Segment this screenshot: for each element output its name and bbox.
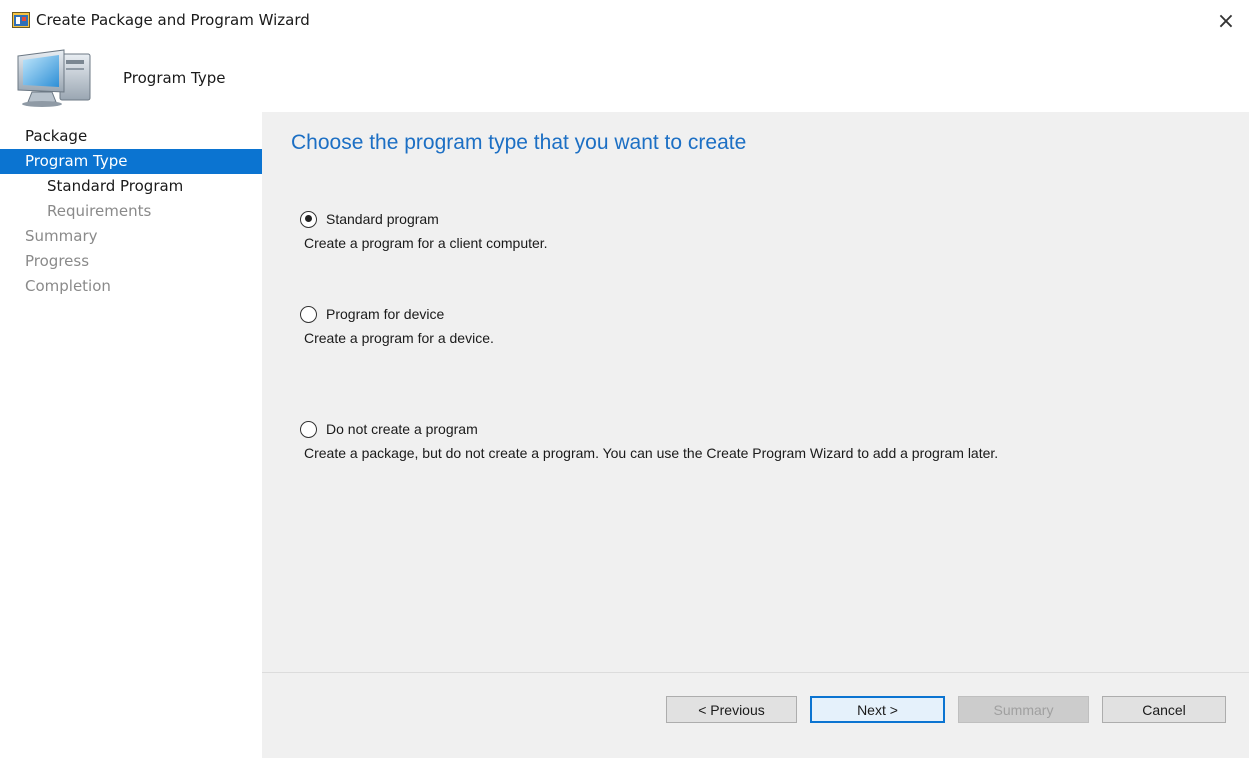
sidebar-item-program-type: Program Type	[0, 149, 262, 174]
close-icon[interactable]: ×	[1203, 0, 1249, 42]
wizard-steps-sidebar: Package Program Type Standard Program Re…	[0, 112, 262, 758]
cancel-button[interactable]: Cancel	[1102, 696, 1226, 723]
window-title: Create Package and Program Wizard	[36, 11, 310, 29]
summary-button: Summary	[958, 696, 1089, 723]
do-not-create-label[interactable]: Do not create a program	[326, 421, 478, 437]
option-program-for-device: Program for device Create a program for …	[300, 304, 494, 346]
wizard-window: Create Package and Program Wizard × Prog…	[0, 0, 1249, 758]
do-not-create-radio[interactable]	[300, 420, 317, 438]
sidebar-item-package: Package	[25, 127, 88, 145]
program-for-device-label[interactable]: Program for device	[326, 306, 444, 322]
program-for-device-radio-row[interactable]: Program for device	[300, 304, 490, 324]
wizard-header: Program Type	[0, 42, 1249, 112]
title-bar: Create Package and Program Wizard ×	[0, 0, 1249, 42]
sidebar-item-summary: Summary	[25, 227, 98, 245]
standard-program-radio[interactable]	[300, 210, 317, 228]
sidebar-item-completion: Completion	[25, 277, 111, 295]
wizard-content-panel: Choose the program type that you want to…	[262, 112, 1249, 672]
wizard-app-icon	[12, 12, 30, 28]
program-for-device-radio[interactable]	[300, 305, 317, 323]
do-not-create-radio-row[interactable]: Do not create a program	[300, 419, 994, 439]
option-standard-program: Standard program Create a program for a …	[300, 209, 548, 251]
option-do-not-create-program: Do not create a program Create a package…	[300, 419, 998, 461]
content-heading: Choose the program type that you want to…	[291, 131, 747, 154]
computer-icon	[17, 49, 91, 107]
standard-program-description: Create a program for a client computer.	[304, 235, 548, 251]
sidebar-item-progress: Progress	[25, 252, 90, 270]
sidebar-item-standard-program: Standard Program	[47, 177, 184, 195]
standard-program-label[interactable]: Standard program	[326, 211, 439, 227]
next-button[interactable]: Next >	[810, 696, 945, 723]
previous-button[interactable]: < Previous	[666, 696, 797, 723]
sidebar-item-requirements: Requirements	[47, 202, 152, 220]
standard-program-radio-row[interactable]: Standard program	[300, 209, 544, 229]
wizard-footer: < Previous Next > Summary Cancel	[262, 672, 1249, 758]
page-title: Program Type	[123, 69, 226, 87]
program-for-device-description: Create a program for a device.	[304, 330, 494, 346]
do-not-create-description: Create a package, but do not create a pr…	[304, 445, 999, 461]
